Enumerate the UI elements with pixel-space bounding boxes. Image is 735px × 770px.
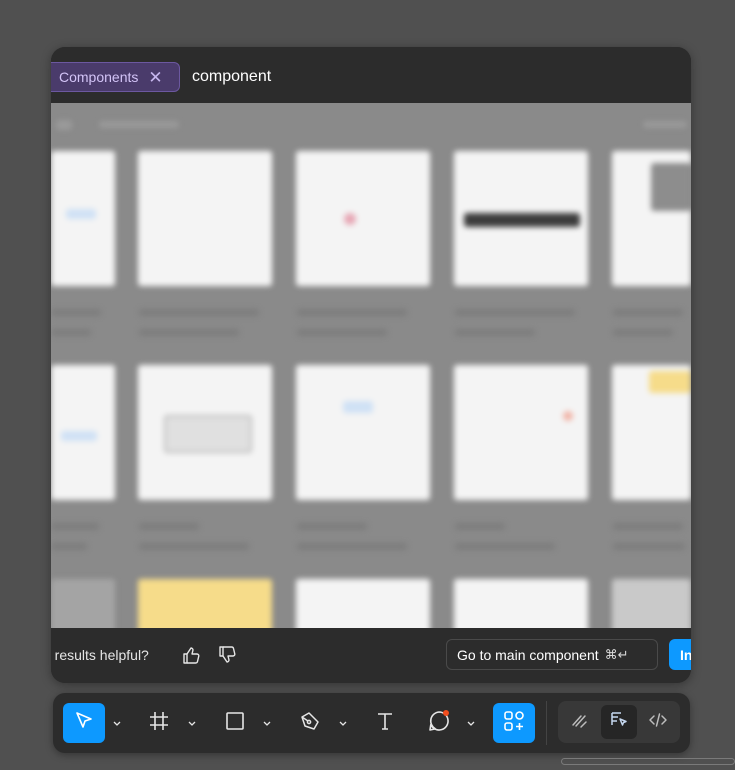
asset-search-panel: Components ✕ component results helpful? … xyxy=(51,47,691,683)
chevron-down-icon[interactable] xyxy=(261,715,273,731)
thumbs-down-icon[interactable] xyxy=(217,644,239,666)
card-meta xyxy=(297,543,407,550)
grid-header-text xyxy=(99,121,179,128)
card-meta xyxy=(51,329,91,336)
keyboard-shortcut: ⌘↵ xyxy=(604,646,629,662)
move-tool-button[interactable] xyxy=(63,703,105,743)
chevron-down-icon[interactable] xyxy=(337,715,349,731)
comment-bubble-icon xyxy=(426,708,452,739)
grid-header-icon xyxy=(56,120,72,130)
card-meta xyxy=(613,523,683,530)
card-thumb xyxy=(343,401,373,413)
pen-tool-button[interactable] xyxy=(289,703,331,743)
text-t-icon xyxy=(373,709,397,738)
result-card[interactable] xyxy=(454,365,588,500)
result-card[interactable] xyxy=(138,151,272,286)
draw-mode-button[interactable] xyxy=(562,705,598,739)
card-meta xyxy=(455,329,535,336)
card-meta xyxy=(613,309,683,316)
result-card[interactable] xyxy=(612,579,691,628)
card-meta xyxy=(51,309,101,316)
rectangle-icon xyxy=(223,709,247,738)
result-card[interactable] xyxy=(296,579,430,628)
chevron-down-icon[interactable] xyxy=(465,715,477,731)
card-meta xyxy=(455,523,505,530)
insert-button[interactable]: In xyxy=(669,639,691,670)
result-card[interactable] xyxy=(51,579,115,628)
design-mode-button[interactable] xyxy=(601,705,637,739)
card-meta xyxy=(139,543,249,550)
card-meta xyxy=(139,523,199,530)
card-thumb xyxy=(61,431,97,441)
card-meta xyxy=(297,309,407,316)
results-grid[interactable] xyxy=(51,103,691,628)
cursor-arrow-icon xyxy=(72,709,96,738)
card-thumb xyxy=(651,163,691,211)
go-to-main-component-button[interactable]: Go to main component ⌘↵ xyxy=(446,639,658,670)
pen-nib-icon xyxy=(298,709,322,738)
search-bar[interactable]: Components ✕ component xyxy=(51,47,691,103)
results-footer: se results helpful? Go to main component… xyxy=(51,628,691,683)
result-card[interactable] xyxy=(138,579,272,628)
card-meta xyxy=(297,329,387,336)
code-brackets-icon xyxy=(648,710,668,735)
horizontal-scrollbar[interactable] xyxy=(561,758,735,765)
card-meta xyxy=(139,329,239,336)
card-thumb xyxy=(344,213,356,225)
card-meta xyxy=(613,543,685,550)
card-meta xyxy=(297,523,367,530)
dev-mode-button[interactable] xyxy=(640,705,676,739)
card-meta xyxy=(455,543,555,550)
chevron-down-icon[interactable] xyxy=(111,715,123,731)
mode-switcher xyxy=(558,701,680,743)
thumbs-up-icon[interactable] xyxy=(181,644,203,666)
design-select-icon xyxy=(609,710,629,735)
assets-grid-icon xyxy=(502,709,526,738)
blurred-results xyxy=(51,103,691,628)
card-thumb xyxy=(563,411,573,421)
feedback-question: se results helpful? xyxy=(51,647,149,663)
bottom-toolbar xyxy=(53,693,690,753)
card-thumb xyxy=(464,213,580,227)
close-icon[interactable]: ✕ xyxy=(148,69,162,86)
search-input[interactable]: component xyxy=(192,68,271,86)
insert-label: In xyxy=(680,646,691,663)
grid-header-text xyxy=(643,121,687,128)
frame-hash-icon xyxy=(147,709,171,738)
toolbar-divider xyxy=(546,701,547,745)
card-meta xyxy=(51,523,99,530)
frame-tool-button[interactable] xyxy=(138,703,180,743)
text-tool-button[interactable] xyxy=(364,703,406,743)
result-card[interactable] xyxy=(296,365,430,500)
chevron-down-icon[interactable] xyxy=(186,715,198,731)
filter-chip-label: Components xyxy=(59,69,139,85)
card-meta xyxy=(455,309,575,316)
card-thumb xyxy=(649,371,691,393)
result-card[interactable] xyxy=(454,579,588,628)
comment-tool-button[interactable] xyxy=(418,703,460,743)
go-to-main-component-label: Go to main component xyxy=(457,646,599,663)
card-thumb xyxy=(164,415,252,453)
card-meta xyxy=(139,309,259,316)
filter-chip[interactable]: Components ✕ xyxy=(51,62,180,92)
assets-tool-button[interactable] xyxy=(493,703,535,743)
card-meta xyxy=(51,543,87,550)
card-meta xyxy=(613,329,673,336)
result-card[interactable] xyxy=(296,151,430,286)
squiggle-pen-icon xyxy=(570,710,590,735)
shape-tool-button[interactable] xyxy=(214,703,256,743)
card-thumb xyxy=(66,209,96,219)
